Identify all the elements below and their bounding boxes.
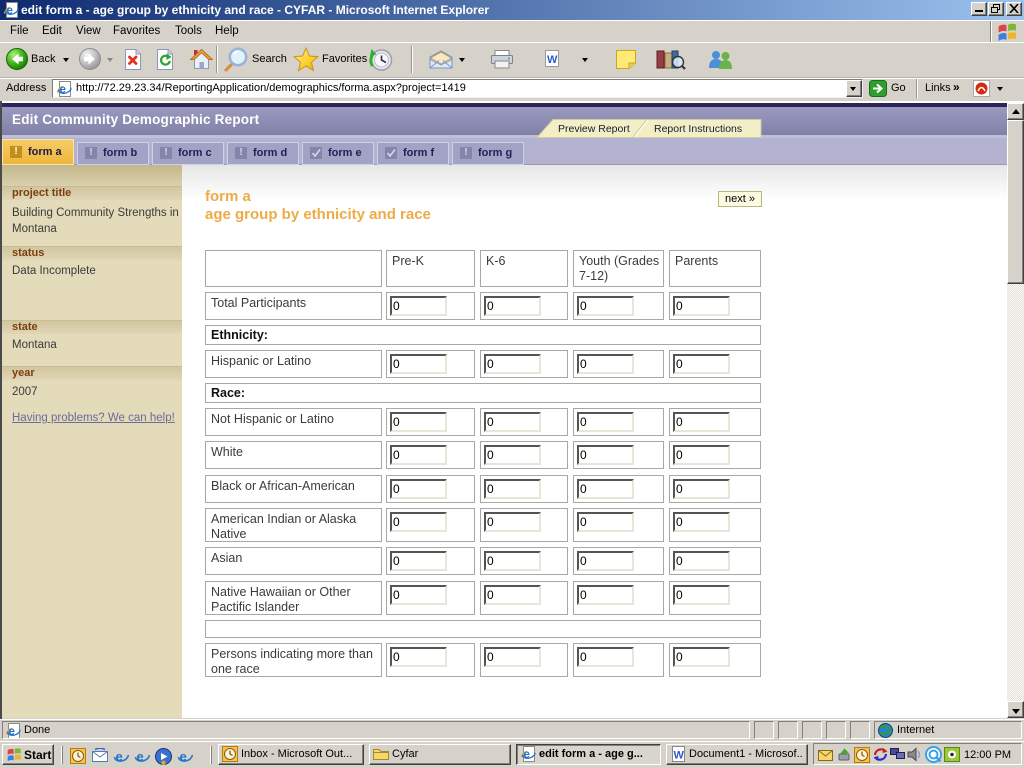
svg-text:e: e	[60, 84, 66, 96]
svg-text:W: W	[674, 750, 685, 762]
svg-text:W: W	[547, 54, 558, 66]
svg-text:e: e	[7, 5, 13, 17]
svg-text:e: e	[524, 749, 530, 761]
svg-text:e: e	[9, 726, 15, 738]
